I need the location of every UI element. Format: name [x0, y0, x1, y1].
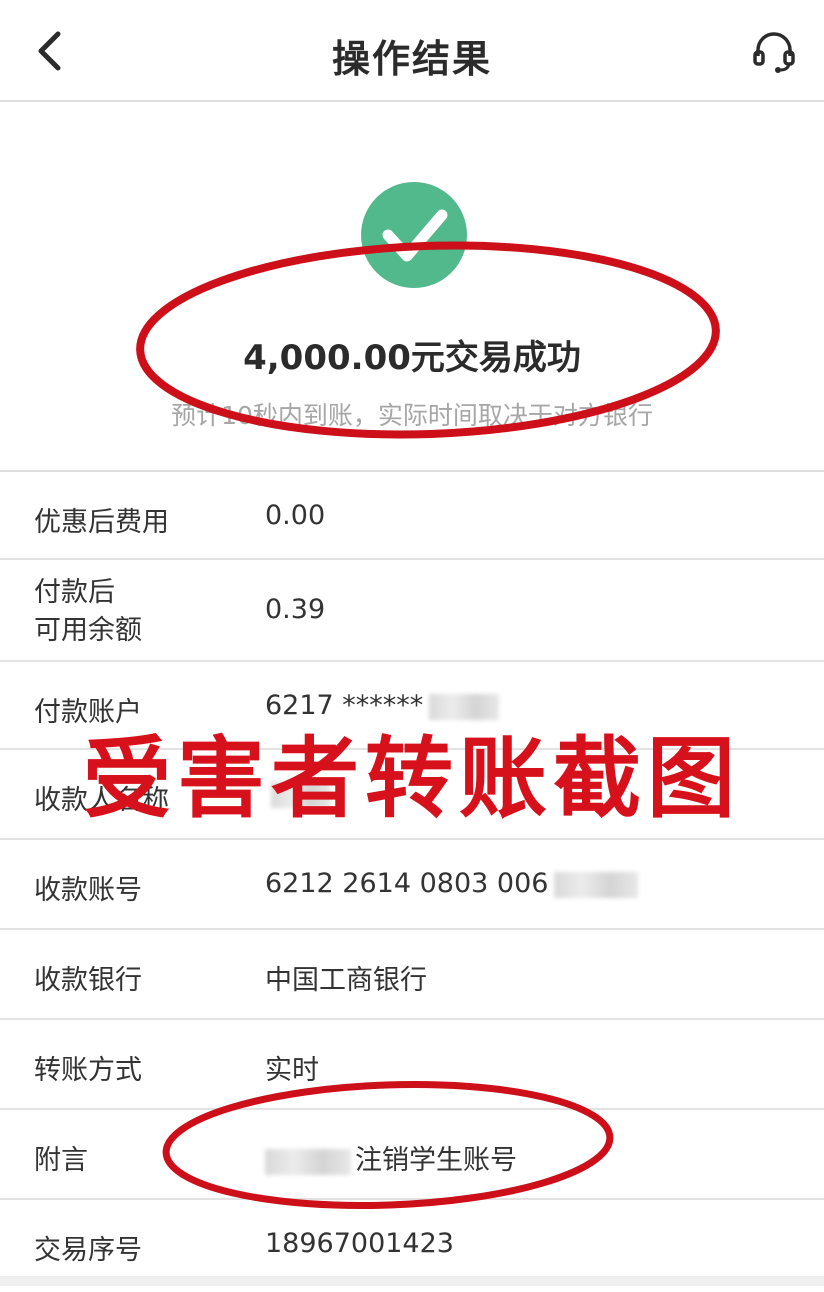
detail-row-payee-account: 收款账号 6212 2614 0803 006 — [0, 840, 824, 930]
detail-value: 6212 2614 0803 006 — [265, 868, 639, 899]
detail-value: 中国工商银行 — [265, 965, 427, 996]
detail-value: 18967001423 — [265, 1228, 454, 1259]
detail-row-remark: 附言 注销学生账号 — [0, 1110, 824, 1200]
transaction-amount-status: 4,000.00元交易成功 — [243, 338, 581, 378]
customer-service-button[interactable] — [750, 28, 798, 76]
detail-label: 交易序号 — [34, 1235, 142, 1266]
result-panel: 4,000.00元交易成功 预计10秒内到账，实际时间取决于对方银行 — [0, 102, 824, 470]
redacted-mask — [554, 871, 639, 898]
detail-label: 收款银行 — [34, 965, 142, 996]
detail-row-fee: 优惠后费用 0.00 — [0, 472, 824, 560]
redacted-mask — [429, 693, 500, 720]
checkmark-circle-icon — [361, 182, 467, 288]
detail-value: 6217 ****** — [265, 690, 500, 721]
arrival-hint: 预计10秒内到账，实际时间取决于对方银行 — [171, 401, 653, 430]
redacted-mask — [265, 1148, 351, 1175]
detail-row-payee-bank: 收款银行 中国工商银行 — [0, 930, 824, 1020]
headset-icon — [753, 32, 795, 73]
detail-value: 0.00 — [265, 500, 326, 531]
detail-value: 注销学生账号 — [265, 1138, 517, 1177]
watermark-caption: 受害者转账截图 — [82, 727, 741, 830]
nav-bar: 操作结果 — [0, 0, 824, 102]
page-title: 操作结果 — [331, 37, 492, 81]
transaction-details: 优惠后费用 0.00 付款后 可用余额 0.39 付款账户 6217 *****… — [0, 472, 824, 1292]
detail-value: 实时 — [265, 1055, 319, 1086]
detail-label: 收款账号 — [34, 875, 142, 906]
bottom-bar — [0, 1276, 824, 1286]
detail-label: 付款后 可用余额 — [34, 577, 142, 646]
detail-label: 优惠后费用 — [34, 507, 169, 538]
detail-label: 附言 — [34, 1145, 88, 1176]
detail-label: 转账方式 — [34, 1055, 142, 1086]
detail-row-balance: 付款后 可用余额 0.39 — [0, 560, 824, 662]
detail-row-transfer-mode: 转账方式 实时 — [0, 1020, 824, 1110]
detail-value: 0.39 — [265, 594, 326, 625]
